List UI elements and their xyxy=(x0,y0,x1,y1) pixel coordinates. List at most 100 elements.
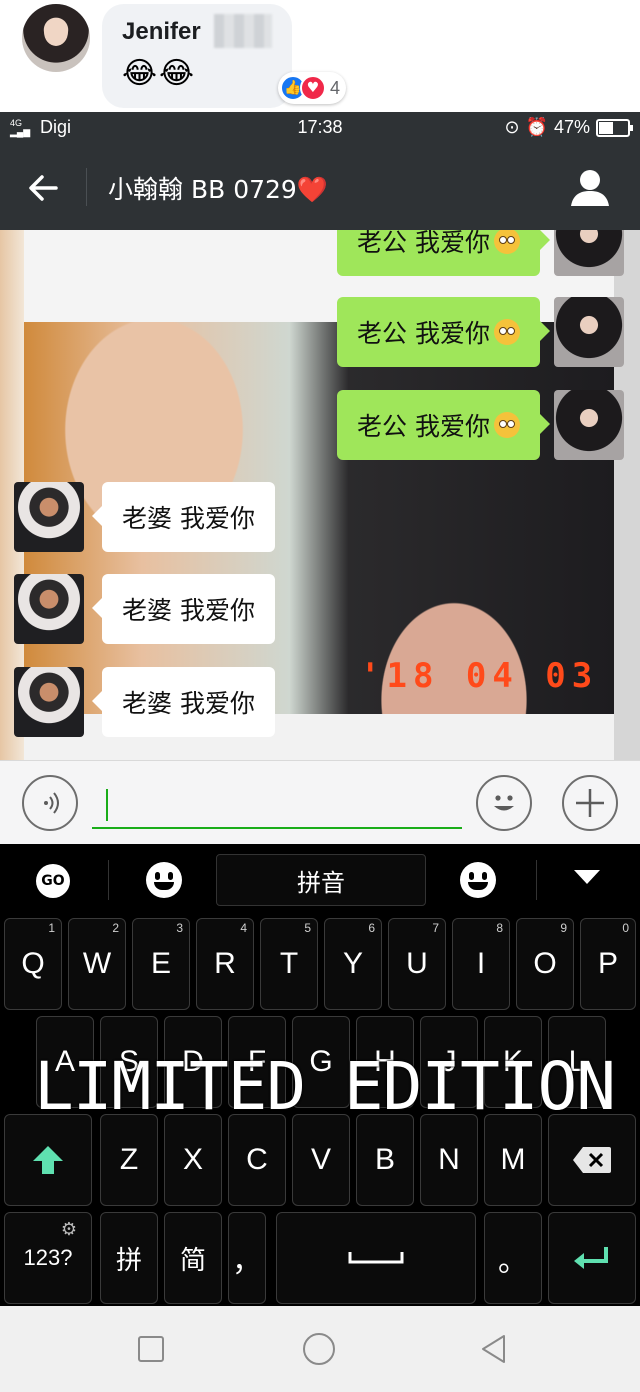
enter-key[interactable] xyxy=(548,1212,636,1304)
key-label: 拼 xyxy=(115,1244,142,1275)
contact-profile-icon[interactable] xyxy=(568,166,612,210)
backspace-key[interactable] xyxy=(548,1114,636,1206)
key-hint: 2 xyxy=(112,921,119,935)
chat-background: '18 04 03 老公 我爱你 老公 我爱你 老公 我爱你 老婆 我爱你 老婆… xyxy=(0,230,640,760)
key-label: R xyxy=(214,947,236,980)
commenter-avatar[interactable] xyxy=(22,4,90,72)
key-label: E xyxy=(150,947,171,980)
key-label: O xyxy=(533,947,557,980)
text-caret xyxy=(106,789,108,821)
voice-input-icon[interactable] xyxy=(22,775,78,831)
key-q[interactable]: 1Q xyxy=(4,918,62,1010)
limited-edition-watermark: LIMITED EDITION xyxy=(34,1048,616,1125)
key-e[interactable]: 3E xyxy=(132,918,190,1010)
flushed-face-icon xyxy=(494,412,520,438)
key-label: 简 xyxy=(179,1244,206,1275)
my-avatar[interactable] xyxy=(554,390,624,460)
emoji-picker-icon[interactable] xyxy=(476,775,532,831)
go-keyboard-icon[interactable]: GO xyxy=(36,864,70,898)
chat-title: 小翰翰 BB 0729❤️ xyxy=(108,175,328,204)
my-avatar[interactable] xyxy=(554,230,624,276)
message-text: 老公 我爱你 xyxy=(357,230,490,257)
key-hint: 5 xyxy=(304,921,311,935)
received-message[interactable]: 老婆 我爱你 xyxy=(92,574,275,644)
key-b[interactable]: B xyxy=(356,1114,414,1206)
my-avatar[interactable] xyxy=(554,297,624,367)
space-key[interactable] xyxy=(276,1212,476,1304)
key-x[interactable]: X xyxy=(164,1114,222,1206)
photo-date-stamp: '18 04 03 xyxy=(360,656,599,696)
collapse-keyboard-icon[interactable] xyxy=(574,870,600,884)
space-bar-icon xyxy=(348,1252,404,1264)
message-input[interactable] xyxy=(92,783,462,829)
heart-icon: ♥ xyxy=(300,75,326,101)
chat-header: 小翰翰 BB 0729❤️ xyxy=(0,144,640,230)
shift-arrow-icon xyxy=(33,1146,63,1174)
key-n[interactable]: N xyxy=(420,1114,478,1206)
reactions-badge[interactable]: 👍 ♥ 4 xyxy=(278,72,347,104)
received-message[interactable]: 老婆 我爱你 xyxy=(92,482,275,552)
shift-key[interactable] xyxy=(4,1114,92,1206)
key-m[interactable]: M xyxy=(484,1114,542,1206)
message-input-bar xyxy=(0,760,640,844)
system-nav-bar xyxy=(0,1306,640,1392)
home-icon[interactable] xyxy=(303,1333,335,1365)
key-label: U xyxy=(406,947,428,980)
numbers-key[interactable]: ⚙ 123? xyxy=(4,1212,92,1304)
toolbar-divider xyxy=(536,860,537,900)
key-v[interactable]: V xyxy=(292,1114,350,1206)
message-text: 老公 我爱你 xyxy=(357,319,490,348)
emoji-icon[interactable] xyxy=(146,862,182,898)
contact-avatar[interactable] xyxy=(14,667,84,737)
key-label: Y xyxy=(342,947,363,980)
key-u[interactable]: 7U xyxy=(388,918,446,1010)
contact-avatar[interactable] xyxy=(14,482,84,552)
header-divider xyxy=(86,168,87,206)
back-triangle-icon[interactable] xyxy=(480,1334,508,1364)
key-label: W xyxy=(82,947,112,980)
key-p[interactable]: 0P xyxy=(580,918,636,1010)
period-key[interactable]: 。 xyxy=(484,1212,542,1304)
comma-key[interactable]: ， xyxy=(228,1212,266,1304)
recent-apps-icon[interactable] xyxy=(138,1336,164,1362)
sent-message[interactable]: 老公 我爱你 xyxy=(337,297,550,367)
simplified-key[interactable]: 简 xyxy=(164,1212,222,1304)
comment-text: 😂😂 xyxy=(122,56,197,91)
input-mode-pinyin[interactable]: 拼音 xyxy=(216,854,426,906)
key-t[interactable]: 5T xyxy=(260,918,318,1010)
sent-message[interactable]: 老公 我爱你 xyxy=(337,390,550,460)
more-options-icon[interactable] xyxy=(562,775,618,831)
redacted-surname xyxy=(214,14,272,48)
key-o[interactable]: 9O xyxy=(516,918,574,1010)
key-hint: 9 xyxy=(560,921,567,935)
key-c[interactable]: C xyxy=(228,1114,286,1206)
key-hint: 8 xyxy=(496,921,503,935)
key-i[interactable]: 8I xyxy=(452,918,510,1010)
toolbar-divider xyxy=(108,860,109,900)
status-bar: 4G ▂▄▆ Digi 17:38 ⊙ ⏰ 47% xyxy=(0,112,640,144)
contact-avatar[interactable] xyxy=(14,574,84,644)
message-text: 老婆 我爱你 xyxy=(122,689,255,718)
key-label: C xyxy=(246,1143,268,1176)
key-label: 。 xyxy=(498,1245,528,1278)
facebook-comment: Jenifer 😂😂 👍 ♥ 4 xyxy=(0,0,640,112)
key-label: ， xyxy=(232,1245,262,1278)
pinyin-switch-key[interactable]: 拼 xyxy=(100,1212,158,1304)
received-message[interactable]: 老婆 我爱你 xyxy=(92,667,275,737)
key-y[interactable]: 6Y xyxy=(324,918,382,1010)
key-hint: 1 xyxy=(48,921,55,935)
back-arrow-icon[interactable] xyxy=(22,166,66,210)
enter-arrow-icon xyxy=(574,1247,608,1269)
emoticon-icon[interactable] xyxy=(460,862,496,898)
key-hint: 7 xyxy=(432,921,439,935)
key-z[interactable]: Z xyxy=(100,1114,158,1206)
key-label: I xyxy=(476,947,486,980)
key-label: B xyxy=(374,1143,395,1176)
sent-message[interactable]: 老公 我爱你 xyxy=(337,230,550,276)
key-w[interactable]: 2W xyxy=(68,918,126,1010)
message-text: 老公 我爱你 xyxy=(357,412,490,441)
commenter-name[interactable]: Jenifer xyxy=(122,18,201,46)
key-label: T xyxy=(279,947,299,980)
key-r[interactable]: 4R xyxy=(196,918,254,1010)
key-label: Q xyxy=(21,947,45,980)
